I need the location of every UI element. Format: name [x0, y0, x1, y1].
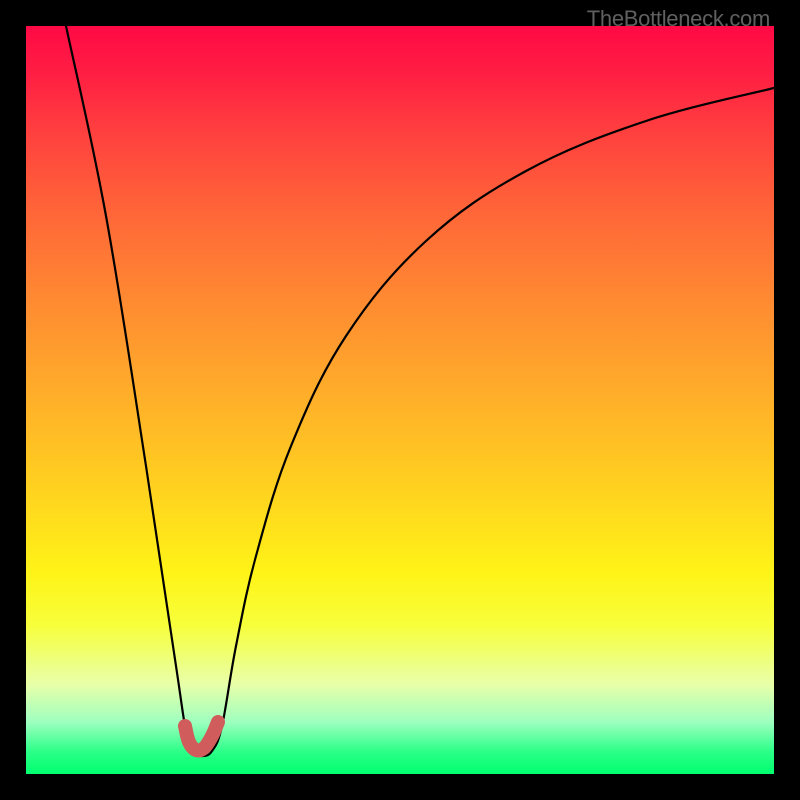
chart-frame: TheBottleneck.com: [0, 0, 800, 800]
gradient-plot-area: [26, 26, 774, 774]
marker-segment: [185, 722, 218, 751]
curve-svg: [26, 26, 774, 774]
watermark-text: TheBottleneck.com: [587, 6, 770, 32]
bottleneck-curve: [66, 26, 774, 756]
